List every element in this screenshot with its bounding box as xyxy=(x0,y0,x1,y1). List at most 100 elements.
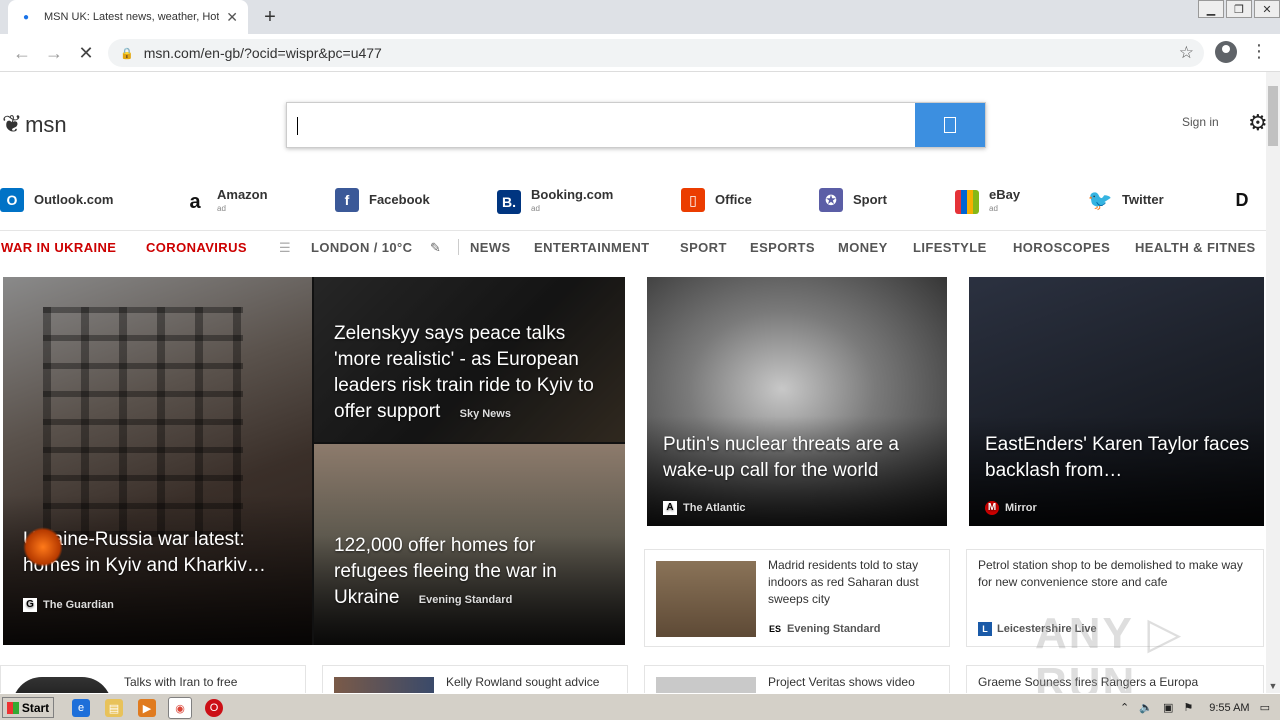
sign-in-link[interactable]: Sign in xyxy=(1182,115,1219,129)
story-card-madrid[interactable]: Madrid residents told to stay indoors as… xyxy=(644,549,950,647)
forward-arrow-icon[interactable]: → xyxy=(42,41,66,65)
quicklink-twitter[interactable]: 🐦 Twitter xyxy=(1088,188,1164,212)
bookmark-star-icon[interactable]: ☆ xyxy=(1179,43,1194,63)
hero-top-right-story[interactable]: Zelenskyy says peace talks 'more realist… xyxy=(314,277,625,442)
stop-loading-icon[interactable]: ✕ xyxy=(74,41,98,65)
nav-news[interactable]: NEWS xyxy=(470,240,511,255)
atlantic-logo-icon: A xyxy=(663,501,677,515)
page-viewport: ❦ msn Sign in ⚙ O Outlook.com a Amazon ad… xyxy=(0,72,1266,693)
settings-gear-icon[interactable]: ⚙ xyxy=(1248,110,1266,136)
start-button[interactable]: Start xyxy=(2,697,54,718)
hero-main-source: G The Guardian xyxy=(23,589,114,618)
msn-logo[interactable]: ❦ msn xyxy=(2,110,67,139)
quicklink-booking[interactable]: B. Booking.com ad xyxy=(497,188,613,216)
hero-top-right-headline: Zelenskyy says peace talks 'more realist… xyxy=(334,321,604,427)
facebook-icon: f xyxy=(335,188,359,212)
browser-tab-strip: ● MSN UK: Latest news, weather, Hot ✕ + … xyxy=(0,0,1280,34)
windows-taskbar: Start e ▤ ▶ ◉ O ⌃ 🔈 ▣ ⚑ 9:55 AM ▭ xyxy=(0,693,1280,720)
new-tab-button[interactable]: + xyxy=(258,5,282,29)
browser-tab[interactable]: ● MSN UK: Latest news, weather, Hot ✕ xyxy=(8,0,248,34)
back-arrow-icon[interactable]: ← xyxy=(10,41,34,65)
minimize-icon[interactable]: ▁ xyxy=(1198,0,1224,18)
eastenders-source: M Mirror xyxy=(985,492,1037,521)
nav-esports[interactable]: ESPORTS xyxy=(750,240,815,255)
msn-favicon-icon: ● xyxy=(22,11,30,23)
outlook-icon: O xyxy=(0,188,24,212)
iran-headline: Talks with Iran to free xyxy=(124,675,238,689)
source-name: Evening Standard xyxy=(787,623,881,635)
ie-icon[interactable]: e xyxy=(72,699,90,717)
scroll-down-arrow-icon[interactable]: ▼ xyxy=(1266,679,1280,693)
sport-icon: ✪ xyxy=(819,188,843,212)
story-card-kelly[interactable]: Kelly Rowland sought advice xyxy=(322,665,628,693)
story-card-veritas[interactable]: Project Veritas shows video xyxy=(644,665,950,693)
clock-time: 9:55 AM xyxy=(1209,701,1250,714)
nav-money[interactable]: MONEY xyxy=(838,240,888,255)
vertical-scrollbar[interactable]: ▼ xyxy=(1266,72,1280,693)
screen: { "browser": { "tab_title": "MSN UK: Lat… xyxy=(0,0,1280,720)
show-desktop-icon[interactable]: ▭ xyxy=(1260,701,1270,714)
nav-lifestyle[interactable]: LIFESTYLE xyxy=(913,240,987,255)
chrome-taskbar-icon[interactable]: ◉ xyxy=(168,697,192,719)
nav-weather[interactable]: LONDON / 10°C xyxy=(311,240,412,255)
quicklink-facebook[interactable]: f Facebook xyxy=(335,188,430,212)
search-button[interactable] xyxy=(915,103,985,147)
ad-label: ad xyxy=(217,204,226,213)
close-window-icon[interactable]: ✕ xyxy=(1254,0,1280,18)
flag-icon[interactable]: ⚑ xyxy=(1183,701,1193,714)
hero-bottom-right-headline: 122,000 offer homes for refugees fleeing… xyxy=(334,533,604,613)
quicklink-office[interactable]: ▯ Office xyxy=(681,188,752,212)
nav-health-fitness[interactable]: HEALTH & FITNES xyxy=(1135,240,1256,255)
quicklink-ebay[interactable]: eBay ad xyxy=(955,188,1020,216)
quicklink-amazon[interactable]: a Amazon ad xyxy=(183,187,268,216)
search-input[interactable] xyxy=(286,102,986,148)
quicklink-disney[interactable]: D xyxy=(1230,188,1264,212)
tray-arrow-icon[interactable]: ⌃ xyxy=(1120,701,1129,714)
network-icon[interactable]: ▣ xyxy=(1163,701,1173,714)
window-controls: ▁ ❐ ✕ xyxy=(1196,0,1280,20)
nav-war-in-ukraine[interactable]: WAR IN UKRAINE xyxy=(1,240,116,255)
folder-icon[interactable]: ▤ xyxy=(105,699,123,717)
url-text: msn.com/en-gb/?ocid=wispr&pc=u477 xyxy=(143,45,382,61)
ebay-icon xyxy=(955,190,979,214)
quicklink-label: Facebook xyxy=(369,192,430,207)
nav-coronavirus[interactable]: CORONAVIRUS xyxy=(146,240,247,255)
story-card-iran[interactable]: Talks with Iran to free xyxy=(0,665,306,693)
hero-main-story[interactable]: Ukraine-Russia war latest: homes in Kyiv… xyxy=(3,277,312,645)
evening-standard-logo-icon: ES xyxy=(768,624,781,634)
tab-close-icon[interactable]: ✕ xyxy=(226,9,238,26)
story-card-eastenders[interactable]: EastEnders' Karen Taylor faces backlash … xyxy=(969,277,1264,526)
browser-menu-icon[interactable]: ⋮ xyxy=(1250,41,1268,62)
nav-sport[interactable]: SPORT xyxy=(680,240,727,255)
hero-main-headline: Ukraine-Russia war latest: homes in Kyiv… xyxy=(23,529,266,576)
story-card-putin[interactable]: Putin's nuclear threats are a wake-up ca… xyxy=(647,277,947,526)
source-name: Sky News xyxy=(459,408,511,420)
edit-pencil-icon[interactable]: ✎ xyxy=(430,240,441,256)
quicklink-label: Amazon xyxy=(217,187,268,202)
hero-section: Ukraine-Russia war latest: homes in Kyiv… xyxy=(3,277,625,645)
address-bar[interactable]: 🔒 msn.com/en-gb/?ocid=wispr&pc=u477 ☆ xyxy=(108,39,1204,67)
media-player-icon[interactable]: ▶ xyxy=(138,699,156,717)
kelly-thumbnail xyxy=(334,677,434,693)
restore-icon[interactable]: ❐ xyxy=(1226,0,1252,18)
profile-avatar-icon[interactable] xyxy=(1215,41,1237,63)
source-name: The Atlantic xyxy=(683,502,746,514)
nav-horoscopes[interactable]: HOROSCOPES xyxy=(1013,240,1110,255)
lock-icon: 🔒 xyxy=(120,47,134,60)
petrol-headline: Petrol station shop to be demolished to … xyxy=(978,558,1243,589)
ad-label: ad xyxy=(531,204,540,213)
mirror-logo-icon: M xyxy=(985,501,999,515)
windows-logo-icon xyxy=(6,701,19,714)
weather-fog-icon: ☰ xyxy=(279,240,292,255)
quick-links-bar: O Outlook.com a Amazon ad f Facebook B. B… xyxy=(0,182,1266,222)
scrollbar-thumb[interactable] xyxy=(1268,86,1278,146)
madrid-source: ES Evening Standard xyxy=(768,622,881,636)
quicklink-sport[interactable]: ✪ Sport xyxy=(819,188,887,212)
nav-entertainment[interactable]: ENTERTAINMENT xyxy=(534,240,649,255)
volume-icon[interactable]: 🔈 xyxy=(1139,701,1153,714)
quicklink-label: Office xyxy=(715,192,752,207)
quicklink-outlook[interactable]: O Outlook.com xyxy=(0,188,113,212)
opera-icon[interactable]: O xyxy=(205,699,223,717)
quicklink-label: Booking.com xyxy=(531,187,614,202)
hero-bottom-right-story[interactable]: 122,000 offer homes for refugees fleeing… xyxy=(314,444,625,645)
